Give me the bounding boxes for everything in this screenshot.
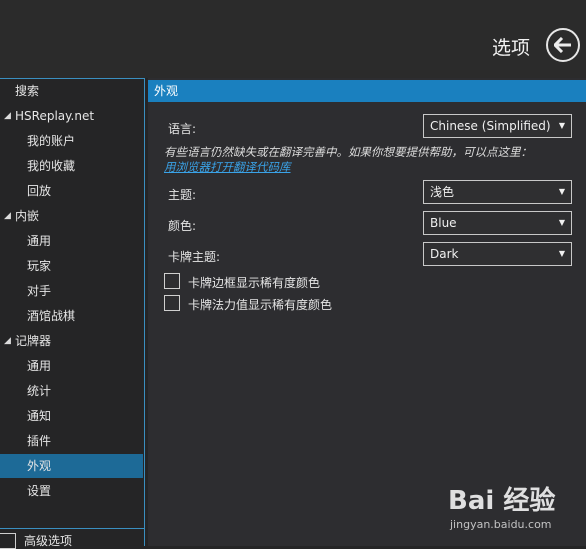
sidebar-item[interactable]: ◢ HSReplay.net xyxy=(0,104,143,128)
sidebar: 搜索 ◢ HSReplay.net 我的账户 我的收藏 回放 ◢ 内嵌 通用 玩家 对手 酒馆战棋 ◢ 记… xyxy=(0,78,145,549)
sidebar-item-label: 对手 xyxy=(27,284,52,298)
color-label: 颜色: xyxy=(168,219,197,233)
rarity-mana-label: 卡牌法力值显示稀有度颜色 xyxy=(188,298,333,312)
sidebar-item[interactable]: 回放 xyxy=(0,179,143,203)
advanced-options-label: 高级选项 xyxy=(24,534,73,548)
sidebar-item-label: 通用 xyxy=(27,234,52,248)
sidebar-item[interactable]: 酒馆战棋 xyxy=(0,304,143,328)
sidebar-item-label: 通知 xyxy=(27,409,52,423)
sidebar-item[interactable]: 插件 xyxy=(0,429,143,453)
expand-triangle-icon[interactable]: ◢ xyxy=(4,204,11,228)
advanced-options-checkbox[interactable] xyxy=(0,533,16,549)
watermark-sub: jingyan.baidu.com xyxy=(450,518,552,531)
sidebar-item[interactable]: 对手 xyxy=(0,279,143,303)
card-theme-select[interactable]: Dark ▼ xyxy=(423,242,572,266)
color-select[interactable]: Blue ▼ xyxy=(423,211,572,235)
translation-link[interactable]: 用浏览器打开翻译代码库 xyxy=(164,159,291,175)
sidebar-item[interactable]: 搜索 xyxy=(0,79,143,103)
rarity-border-checkbox[interactable] xyxy=(164,273,180,289)
sidebar-item-label: 通用 xyxy=(27,359,52,373)
watermark: Bai 经验 jingyan.baidu.com xyxy=(448,480,586,546)
sidebar-item-label: 我的账户 xyxy=(27,134,76,148)
sidebar-item[interactable]: 设置 xyxy=(0,479,143,503)
card-theme-value: Dark xyxy=(430,247,459,261)
sidebar-item[interactable]: 通用 xyxy=(0,354,143,378)
sidebar-item-label: 我的收藏 xyxy=(27,159,76,173)
sidebar-item[interactable]: 通知 xyxy=(0,404,143,428)
section-title: 外观 xyxy=(148,80,586,102)
chevron-down-icon: ▼ xyxy=(558,121,565,130)
sidebar-item-label: 记牌器 xyxy=(15,334,52,348)
sidebar-item[interactable]: ◢ 内嵌 xyxy=(0,204,143,228)
rarity-border-label: 卡牌边框显示稀有度颜色 xyxy=(188,276,321,290)
sidebar-item-label: 内嵌 xyxy=(15,209,40,223)
color-value: Blue xyxy=(430,216,457,230)
sidebar-item-label: 酒馆战棋 xyxy=(27,309,76,323)
theme-select[interactable]: 浅色 ▼ xyxy=(423,180,572,204)
expand-triangle-icon[interactable]: ◢ xyxy=(4,329,11,353)
theme-value: 浅色 xyxy=(430,185,455,199)
card-theme-label: 卡牌主题: xyxy=(168,250,221,264)
language-value: Chinese (Simplified) xyxy=(430,119,551,133)
sidebar-item[interactable]: 通用 xyxy=(0,229,143,253)
chevron-down-icon: ▼ xyxy=(558,187,565,196)
arrow-left-icon xyxy=(554,37,571,53)
language-select[interactable]: Chinese (Simplified) ▼ xyxy=(423,114,572,138)
watermark-title: Bai 经验 xyxy=(448,486,556,516)
language-label: 语言: xyxy=(168,122,197,136)
advanced-options[interactable]: 高级选项 xyxy=(0,528,144,549)
sidebar-item-label: 搜索 xyxy=(15,84,40,98)
sidebar-item-label: 设置 xyxy=(27,484,52,498)
chevron-down-icon: ▼ xyxy=(558,218,565,227)
header: 选项 xyxy=(0,0,586,78)
sidebar-item-label: 外观 xyxy=(27,459,52,473)
back-button[interactable] xyxy=(546,28,580,62)
sidebar-item-label: HSReplay.net xyxy=(15,109,95,123)
theme-label: 主题: xyxy=(168,188,197,202)
sidebar-item[interactable]: 我的账户 xyxy=(0,129,143,153)
chevron-down-icon: ▼ xyxy=(558,249,565,258)
main-panel: 外观 语言: Chinese (Simplified) ▼ 有些语言仍然缺失或在… xyxy=(148,78,586,546)
sidebar-item[interactable]: 我的收藏 xyxy=(0,154,143,178)
sidebar-item-label: 玩家 xyxy=(27,259,52,273)
sidebar-item-label: 回放 xyxy=(27,184,52,198)
sidebar-item[interactable]: 统计 xyxy=(0,379,143,403)
translation-note: 有些语言仍然缺失或在翻译完善中。如果你想要提供帮助，可以点这里： xyxy=(164,145,532,159)
sidebar-item-label: 统计 xyxy=(27,384,52,398)
expand-triangle-icon[interactable]: ◢ xyxy=(4,104,11,128)
rarity-mana-checkbox[interactable] xyxy=(164,295,180,311)
sidebar-item[interactable]: 玩家 xyxy=(0,254,143,278)
page-title: 选项 xyxy=(491,37,530,59)
sidebar-item-label: 插件 xyxy=(27,434,52,448)
sidebar-item[interactable]: ◢ 记牌器 xyxy=(0,329,143,353)
sidebar-item[interactable]: 外观 xyxy=(0,454,143,478)
